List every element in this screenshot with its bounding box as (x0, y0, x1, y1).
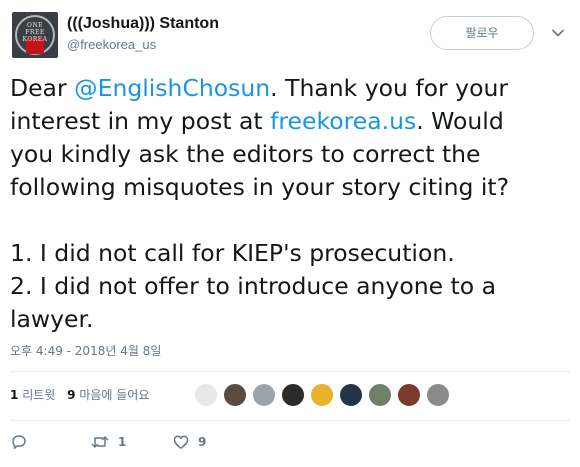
divider (10, 371, 570, 372)
retweet-button[interactable]: 1 (90, 432, 126, 452)
liker-avatar[interactable] (194, 383, 218, 407)
tweet-text-segment: . Would (416, 107, 504, 135)
tweet-header: ONE FREE KOREA (((Joshua))) Stanton @fre… (12, 10, 568, 62)
tweet-text-segment: . Thank you for your (270, 74, 509, 102)
user-names: (((Joshua))) Stanton @freekorea_us (67, 14, 219, 54)
reply-icon (10, 433, 28, 451)
tweet-text-segment: interest in my post at (10, 107, 271, 135)
tweet-actions: 1 9 (10, 432, 310, 456)
retweet-stat[interactable]: 1 리트윗 (10, 388, 55, 402)
tweet-line: you kindly ask the editors to correct th… (10, 140, 481, 168)
retweet-icon (90, 433, 110, 451)
mention-link[interactable]: @EnglishChosun (74, 74, 270, 102)
like-stat-label: 마음에 들어요 (79, 388, 150, 402)
tweet-line: 1. I did not call for KIEP's prosecution… (10, 239, 455, 267)
like-count: 9 (198, 435, 207, 449)
follow-button[interactable]: 팔로우 (430, 16, 534, 50)
avatar[interactable]: ONE FREE KOREA (12, 12, 58, 58)
retweet-stat-label: 리트윗 (22, 388, 56, 402)
like-button[interactable]: 9 (172, 432, 206, 452)
avatar-text-2: FREE (25, 29, 45, 36)
chevron-down-icon[interactable] (552, 24, 564, 37)
divider (10, 420, 570, 421)
tweet-line: lawyer. (10, 305, 94, 333)
retweet-stat-count: 1 (10, 388, 19, 402)
timestamp[interactable]: 오후 4:49 - 2018년 4월 8일 (10, 342, 161, 359)
avatar-text-3: KOREA (22, 36, 48, 43)
retweet-count: 1 (118, 435, 127, 449)
like-stat[interactable]: 9 마음에 들어요 (67, 388, 149, 402)
heart-icon (172, 433, 190, 451)
url-link[interactable]: freekorea.us (270, 107, 416, 135)
tweet-line: following misquotes in your story citing… (10, 173, 510, 201)
display-name[interactable]: (((Joshua))) Stanton (67, 14, 219, 34)
liker-avatar[interactable] (223, 383, 247, 407)
liker-avatar[interactable] (426, 383, 450, 407)
reply-button[interactable] (10, 432, 28, 452)
tweet-line: interest in my post at freekorea.us. Wou… (10, 105, 570, 138)
liker-avatar[interactable] (310, 383, 334, 407)
tweet-stats: 1 리트윗 9 마음에 들어요 (10, 386, 157, 403)
tweet-line: 2. I did not offer to introduce anyone t… (10, 272, 496, 300)
liker-avatar[interactable] (252, 383, 276, 407)
tweet-line: Dear @EnglishChosun. Thank you for your (10, 72, 570, 105)
liker-avatar[interactable] (397, 383, 421, 407)
like-stat-count: 9 (67, 388, 76, 402)
avatar-text-1: ONE (26, 22, 44, 29)
screen-name[interactable]: @freekorea_us (67, 36, 219, 54)
tweet-text-segment: Dear (10, 74, 75, 102)
liker-avatar[interactable] (368, 383, 392, 407)
liker-avatar[interactable] (339, 383, 363, 407)
tweet-text: Dear @EnglishChosun. Thank you for your … (10, 72, 570, 336)
liker-avatar[interactable] (281, 383, 305, 407)
